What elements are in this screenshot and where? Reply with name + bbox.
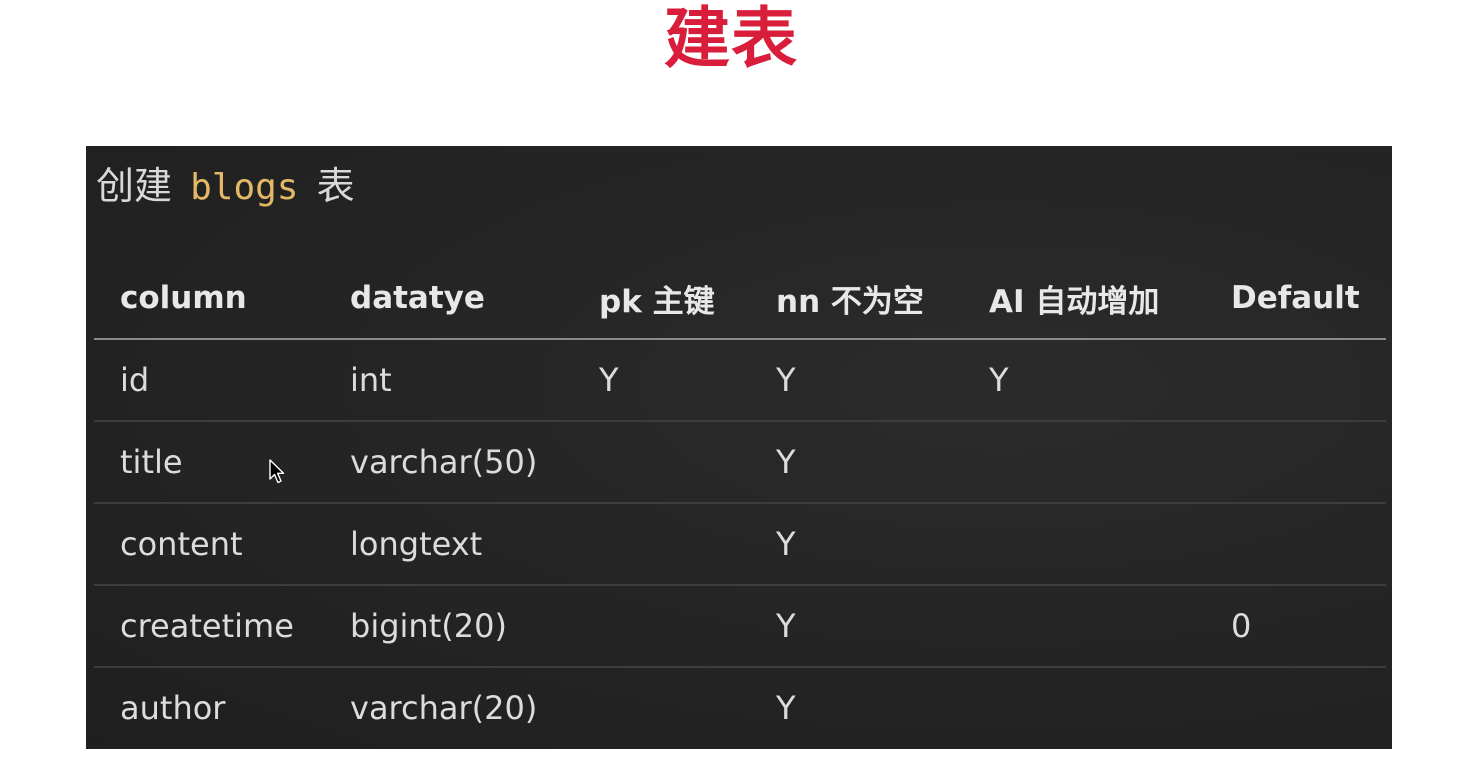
cell-nn: Y	[750, 503, 963, 586]
header-pk: pk 主键	[573, 258, 750, 340]
cell-datatype: longtext	[324, 503, 573, 586]
cell-column: author	[120, 689, 226, 727]
table-row: id int Y Y Y	[94, 339, 1386, 422]
panel-heading: 创建 blogs 表	[96, 162, 355, 212]
heading-table-name: blogs	[190, 167, 299, 208]
header-column: column	[94, 258, 324, 340]
cell-nn: Y	[750, 421, 963, 504]
cell-datatype: int	[324, 339, 573, 422]
cell-pk	[573, 421, 750, 504]
cell-ai	[963, 503, 1205, 586]
header-ai: AI 自动增加	[963, 258, 1205, 340]
table-row: content longtext Y	[94, 503, 1386, 586]
cell-column: title	[94, 421, 324, 504]
cell-column: content	[94, 503, 324, 586]
cell-default	[1205, 421, 1386, 504]
cell-default: 0	[1205, 585, 1386, 668]
cell-datatype: bigint(20)	[324, 585, 573, 668]
cell-nn: Y	[776, 689, 796, 727]
heading-prefix: 创建	[96, 164, 173, 208]
cell-ai	[963, 667, 1205, 748]
cell-pk	[573, 585, 750, 668]
cell-default	[1205, 667, 1386, 748]
heading-suffix: 表	[316, 164, 355, 208]
cell-pk	[573, 503, 750, 586]
table-row: author varchar(20) Y	[94, 667, 1386, 748]
cell-ai	[963, 421, 1205, 504]
table-header-row: column datatye pk 主键 nn 不为空 AI 自动增加 Defa…	[94, 258, 1386, 340]
table-row: title varchar(50) Y	[94, 421, 1386, 504]
header-default: Default	[1205, 258, 1386, 340]
table-row: createtime bigint(20) Y 0	[94, 585, 1386, 668]
cell-datatype: varchar(20)	[350, 689, 538, 727]
mouse-pointer-icon	[269, 459, 285, 484]
schema-table: column datatye pk 主键 nn 不为空 AI 自动增加 Defa…	[94, 258, 1386, 748]
cell-pk: Y	[573, 339, 750, 422]
cell-column: id	[94, 339, 324, 422]
content-panel: 创建 blogs 表 column datatye pk 主键 nn 不为空 A…	[86, 146, 1392, 749]
cell-pk	[573, 667, 750, 748]
cell-nn: Y	[750, 585, 963, 668]
page-title: 建表	[664, 0, 798, 77]
cell-ai	[963, 585, 1205, 668]
cell-nn: Y	[750, 339, 963, 422]
header-nn: nn 不为空	[750, 258, 963, 340]
cell-column: createtime	[94, 585, 324, 668]
header-datatype: datatye	[324, 258, 573, 340]
cell-default	[1205, 503, 1386, 586]
cell-datatype: varchar(50)	[324, 421, 573, 504]
cell-ai: Y	[963, 339, 1205, 422]
cell-default	[1205, 339, 1386, 422]
